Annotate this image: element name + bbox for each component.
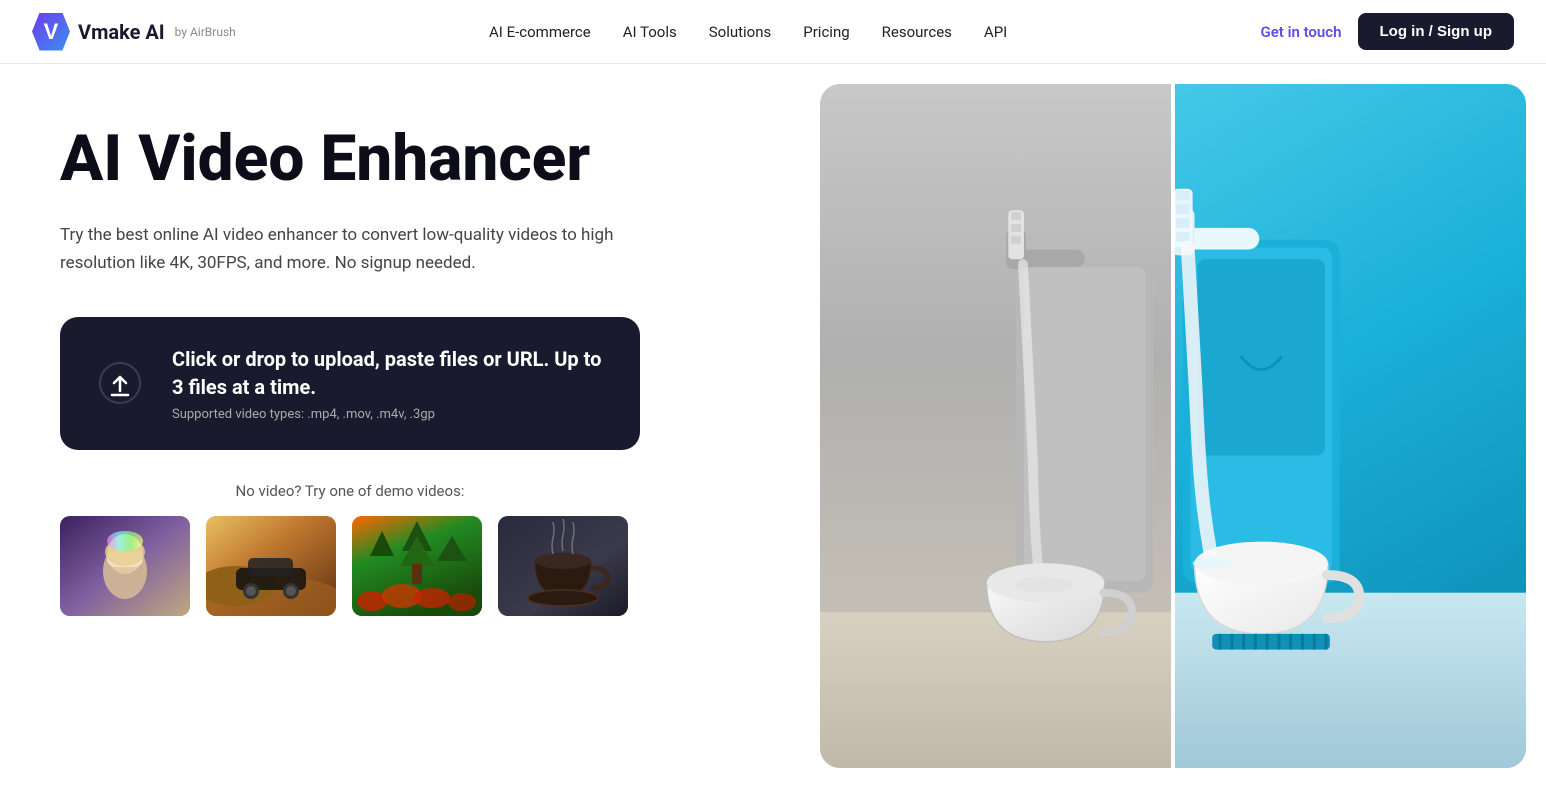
brand-sub: by AirBrush [175, 25, 236, 39]
upload-text: Click or drop to upload, paste files or … [172, 345, 608, 422]
demo-thumb-4[interactable] [498, 516, 628, 616]
demo-thumb-1[interactable] [60, 516, 190, 616]
nav-api[interactable]: API [984, 23, 1007, 41]
brand-name: Vmake AI [78, 20, 165, 44]
login-button[interactable]: Log in / Sign up [1358, 13, 1514, 50]
nav-links: AI E-commerce AI Tools Solutions Pricing… [489, 23, 1007, 41]
main-container: AI Video Enhancer Try the best online AI… [0, 64, 1546, 788]
page-title: AI Video Enhancer [60, 124, 760, 194]
logo-icon: V [32, 13, 70, 51]
demo-thumb-inner-3 [352, 516, 482, 616]
upload-sub-text: Supported video types: .mp4, .mov, .m4v,… [172, 407, 608, 422]
demo-thumb-inner-4 [498, 516, 628, 616]
nav-right: Get in touch Log in / Sign up [1261, 13, 1514, 50]
demo-thumb-inner-2 [206, 516, 336, 616]
brand: V Vmake AI by AirBrush [32, 13, 236, 51]
upload-main-text: Click or drop to upload, paste files or … [172, 345, 608, 401]
upload-box[interactable]: Click or drop to upload, paste files or … [60, 317, 640, 450]
svg-text:V: V [44, 19, 59, 44]
nav-ai-ecommerce[interactable]: AI E-commerce [489, 23, 591, 41]
get-in-touch-link[interactable]: Get in touch [1261, 23, 1342, 41]
nav-pricing[interactable]: Pricing [803, 23, 849, 41]
nav-resources[interactable]: Resources [882, 23, 952, 41]
demo-thumb-3[interactable] [352, 516, 482, 616]
hero-image [820, 84, 1526, 768]
left-content: AI Video Enhancer Try the best online AI… [0, 64, 820, 788]
comparison-image [820, 84, 1526, 768]
demo-thumb-2[interactable] [206, 516, 336, 616]
upload-icon [92, 355, 148, 411]
nav-solutions[interactable]: Solutions [709, 23, 772, 41]
navbar: V Vmake AI by AirBrush AI E-commerce AI … [0, 0, 1546, 64]
demo-label: No video? Try one of demo videos: [60, 482, 640, 500]
nav-ai-tools[interactable]: AI Tools [623, 23, 677, 41]
page-subtitle: Try the best online AI video enhancer to… [60, 222, 680, 276]
demo-thumb-inner-1 [60, 516, 190, 616]
demo-thumbnails [60, 516, 640, 616]
